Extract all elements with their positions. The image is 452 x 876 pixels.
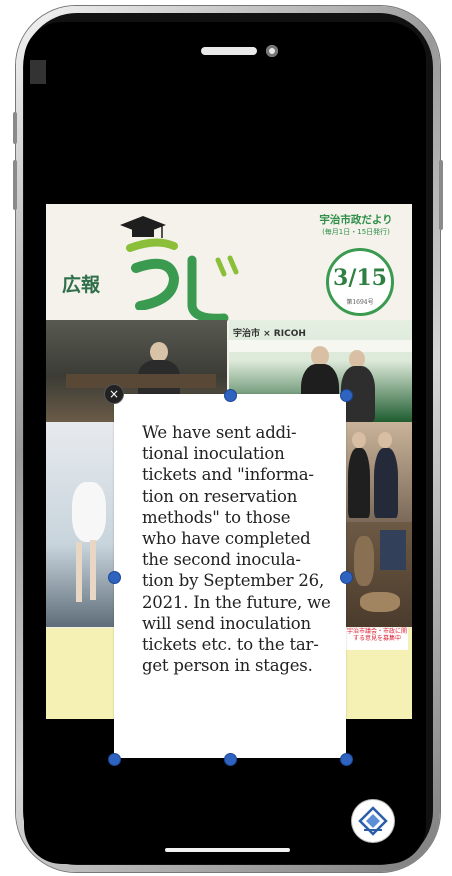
issue-date-badge: 3/15 第1694号 xyxy=(326,248,394,316)
issue-number: 第1694号 xyxy=(346,299,374,306)
resize-handle-middle-right[interactable] xyxy=(340,571,353,584)
close-icon[interactable]: × xyxy=(104,384,124,404)
photo-two-people xyxy=(344,422,412,522)
power-button xyxy=(439,160,443,230)
issue-date: 3/15 xyxy=(333,265,387,291)
publisher-logo: 宇治市政だより (毎月1日・15日発行) xyxy=(304,214,408,238)
ceremony-banner: 宇治市 × RICOH xyxy=(233,329,306,339)
photo-artifacts xyxy=(344,522,412,627)
volume-down-button xyxy=(13,160,17,210)
translation-text: We have sent addi- tional inoculation ti… xyxy=(142,423,331,676)
masthead: 広報 宇治市政だより (毎月1日・15日発行) 3/15 第1694号 xyxy=(46,204,412,323)
volume-up-button xyxy=(13,112,17,144)
publisher-subtitle: (毎月1日・15日発行) xyxy=(322,228,390,236)
resize-handle-middle-left[interactable] xyxy=(108,571,121,584)
notice-box: 宇治市議会・市政に関する意見を募集中 xyxy=(346,628,408,650)
front-camera xyxy=(266,45,278,57)
photo-figure-skater xyxy=(46,422,114,627)
translate-button[interactable] xyxy=(352,800,394,842)
publisher-name: 宇治市政だより xyxy=(319,214,393,226)
status-area xyxy=(30,60,46,84)
translate-icon xyxy=(358,806,388,836)
resize-handle-bottom-right[interactable] xyxy=(340,753,353,766)
masthead-label: 広報 xyxy=(62,274,101,296)
resize-handle-bottom-left[interactable] xyxy=(108,753,121,766)
translation-overlay[interactable]: We have sent addi- tional inoculation ti… xyxy=(114,394,346,758)
logo-ji-glyph xyxy=(187,255,239,323)
home-indicator[interactable] xyxy=(165,848,290,852)
resize-handle-top-center[interactable] xyxy=(224,389,237,402)
earpiece-speaker xyxy=(201,47,257,55)
resize-handle-bottom-center[interactable] xyxy=(224,753,237,766)
resize-handle-top-right[interactable] xyxy=(340,389,353,402)
